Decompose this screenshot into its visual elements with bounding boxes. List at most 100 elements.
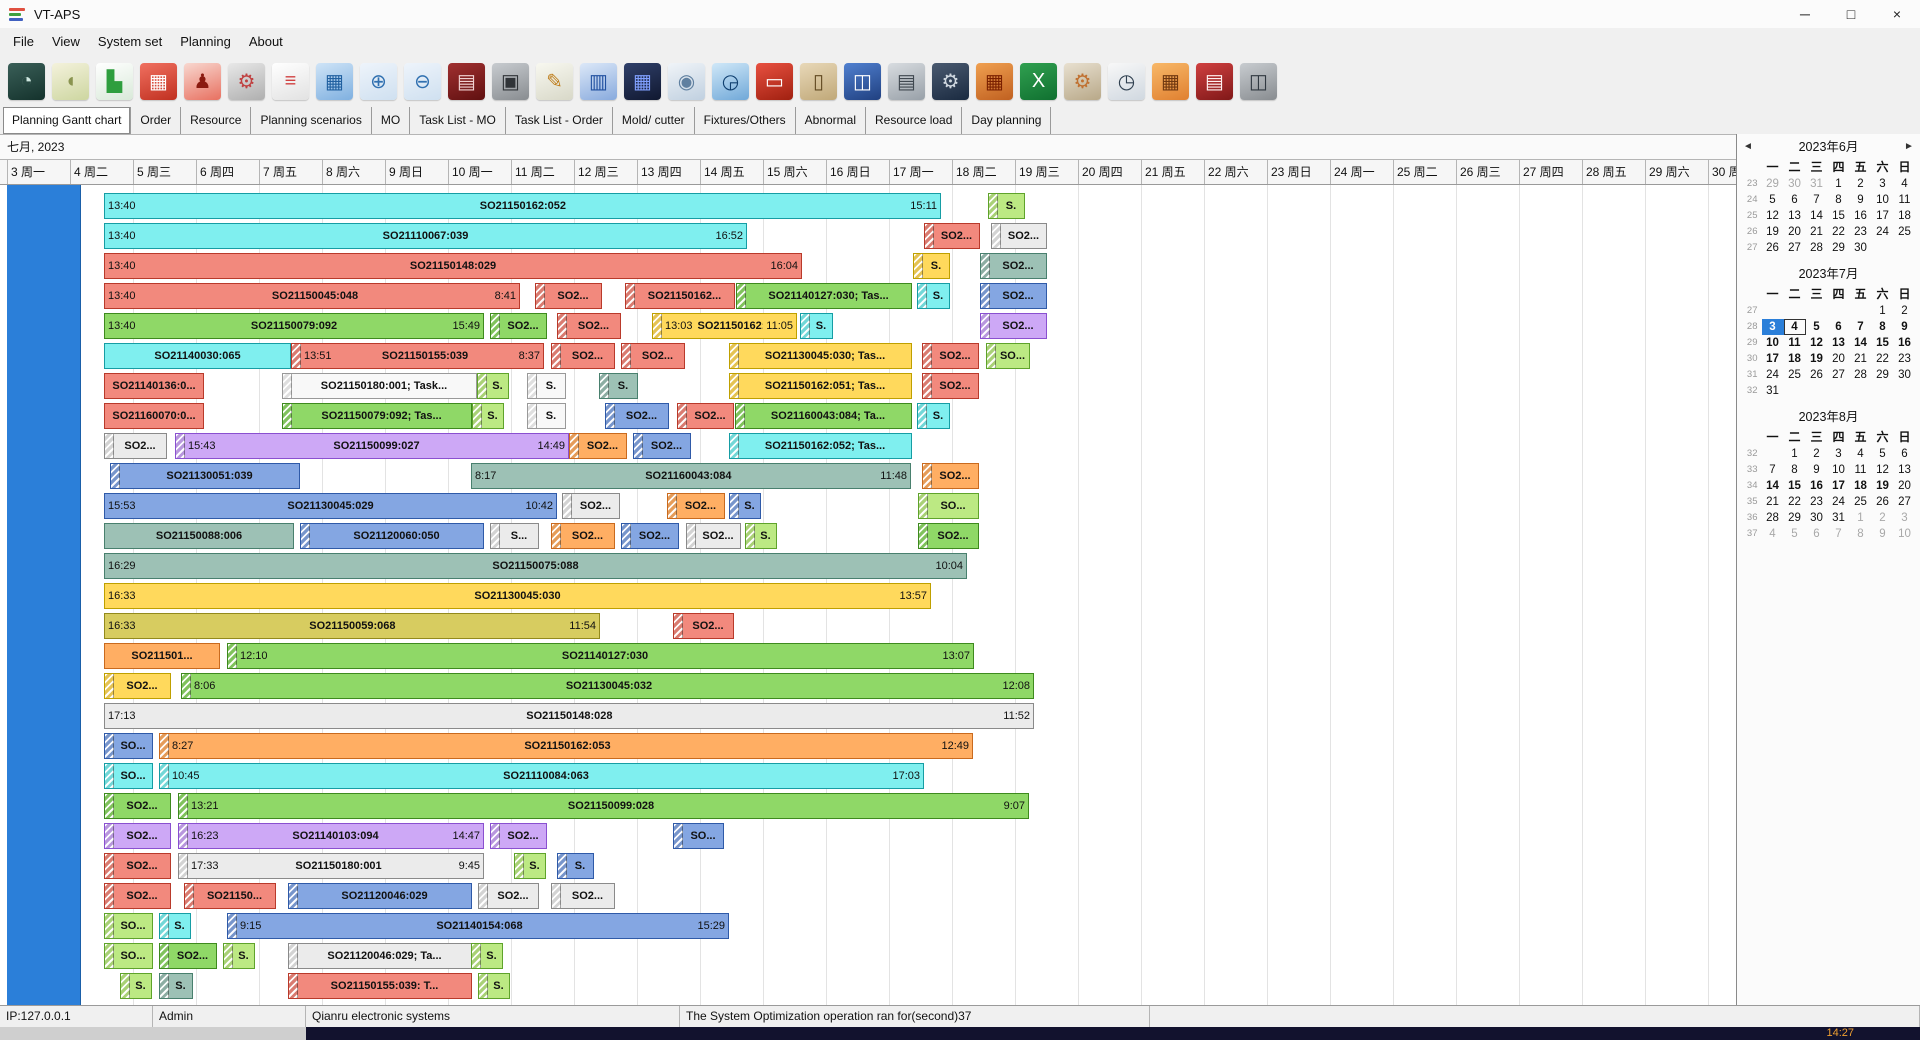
gantt-bar[interactable]: 13:40 SO21150148:029 16:04: [104, 253, 802, 279]
calendar-day[interactable]: 17: [1762, 351, 1784, 367]
gantt-bar[interactable]: 15:53 SO21130045:029 10:42: [104, 493, 557, 519]
gantt-bar[interactable]: SO21130051:039: [110, 463, 300, 489]
tab-planning-gantt-chart[interactable]: Planning Gantt chart: [3, 107, 132, 134]
gantt-bar[interactable]: S.: [745, 523, 777, 549]
gantt-bar[interactable]: 12:10 SO21140127:030 13:07: [227, 643, 974, 669]
tab-resource-load[interactable]: Resource load: [866, 107, 963, 134]
calendar-day[interactable]: 26: [1872, 494, 1894, 510]
gantt-bar[interactable]: S.: [557, 853, 594, 879]
gantt-bar[interactable]: SO2...: [621, 343, 685, 369]
gantt-bar[interactable]: S.: [913, 253, 950, 279]
printer-icon[interactable]: ▣: [492, 62, 529, 100]
day-header-cell[interactable]: 11 周二: [511, 160, 574, 184]
day-header-cell[interactable]: 17 周一: [889, 160, 952, 184]
calendar-day[interactable]: 5: [1806, 319, 1828, 335]
calendar-day[interactable]: 5: [1762, 192, 1784, 208]
calendar-day[interactable]: 4: [1783, 319, 1806, 335]
tab-fixtures-others[interactable]: Fixtures/Others: [695, 107, 796, 134]
gantt-bar[interactable]: SO2...: [980, 283, 1047, 309]
gantt-bar[interactable]: 13:03 SO21150162:05111:05: [652, 313, 797, 339]
day-header-cell[interactable]: 23 周日: [1267, 160, 1330, 184]
calendar-day[interactable]: 7: [1850, 319, 1872, 335]
gantt-bar[interactable]: SO2...: [490, 313, 547, 339]
tab-task-list-mo[interactable]: Task List - MO: [410, 107, 506, 134]
calendar-day[interactable]: 30: [1806, 510, 1828, 526]
gantt-bar[interactable]: SO21130045:030; Tas...: [729, 343, 912, 369]
gantt-bar[interactable]: SO21120046:029: [288, 883, 472, 909]
calendar-day[interactable]: 16: [1806, 478, 1828, 494]
calendar-day[interactable]: 24: [1828, 494, 1850, 510]
calendar-day[interactable]: 9: [1850, 192, 1872, 208]
gantt-bar[interactable]: SO2...: [922, 373, 979, 399]
gantt-bar[interactable]: SO2...: [104, 673, 171, 699]
calendar-day[interactable]: 29: [1872, 367, 1894, 383]
calendar-day[interactable]: 23: [1850, 224, 1872, 240]
calendar-day[interactable]: 29: [1828, 240, 1850, 256]
day-header-cell[interactable]: 24 周一: [1330, 160, 1393, 184]
gantt-bar[interactable]: SO2...: [922, 343, 979, 369]
calendar-day[interactable]: 28: [1762, 510, 1784, 526]
gantt-body[interactable]: 13:40 SO21150162:052 15:11 S. 13:40 SO2111006…: [0, 185, 1736, 1005]
menu-view[interactable]: View: [43, 30, 89, 53]
calendar-day[interactable]: 22: [1872, 351, 1894, 367]
calendar-day[interactable]: 17: [1828, 478, 1850, 494]
calendar-day[interactable]: 29: [1784, 510, 1806, 526]
calendar-day[interactable]: 24: [1762, 367, 1784, 383]
zoom-out-icon[interactable]: ⊖: [404, 62, 441, 100]
calendar-day[interactable]: 13: [1894, 462, 1916, 478]
gantt-bar[interactable]: SO...: [104, 943, 153, 969]
calendar-day[interactable]: 8: [1828, 192, 1850, 208]
password-book-icon[interactable]: ▤: [448, 62, 485, 100]
clipboard-icon[interactable]: ▯: [800, 62, 837, 100]
calendar-day[interactable]: 1: [1850, 510, 1872, 526]
save-blue-icon[interactable]: ◫: [844, 62, 881, 100]
day-header-cell[interactable]: 28 周五: [1582, 160, 1645, 184]
day-header-cell[interactable]: 21 周五: [1141, 160, 1204, 184]
gantt-bar[interactable]: 13:40 SO21150079:092 15:49: [104, 313, 484, 339]
gantt-bar[interactable]: 8:27 SO21150162:053 12:49: [159, 733, 973, 759]
tab-order[interactable]: Order: [131, 107, 182, 134]
gantt-bar[interactable]: S.: [159, 913, 191, 939]
gantt-bar[interactable]: S.: [800, 313, 833, 339]
gantt-bars-icon[interactable]: ≡: [272, 62, 309, 100]
calendar-day[interactable]: 3: [1761, 319, 1784, 335]
calendar-day[interactable]: 10: [1894, 526, 1916, 542]
calendar-day[interactable]: 2: [1872, 510, 1894, 526]
gantt-bar[interactable]: SO2...: [980, 253, 1047, 279]
calendar-day[interactable]: 15: [1872, 335, 1894, 351]
calendar-day[interactable]: 12: [1872, 462, 1894, 478]
window-close-button[interactable]: ×: [1874, 0, 1920, 28]
calendar-day[interactable]: 8: [1784, 462, 1806, 478]
calendar-day[interactable]: 5: [1872, 446, 1894, 462]
calendar-day[interactable]: 31: [1762, 383, 1784, 399]
day-header-cell[interactable]: 4 周二: [70, 160, 133, 184]
tab-abnormal[interactable]: Abnormal: [796, 107, 867, 134]
gantt-bar[interactable]: SO...: [104, 913, 153, 939]
gantt-bar[interactable]: SO2...: [605, 403, 669, 429]
calendar-day[interactable]: 20: [1894, 478, 1916, 494]
day-header-cell[interactable]: 15 周六: [763, 160, 826, 184]
day-header-cell[interactable]: 8 周六: [322, 160, 385, 184]
gantt-bar[interactable]: 17:13 SO21150148:028 11:52: [104, 703, 1034, 729]
calendar-day[interactable]: 1: [1784, 446, 1806, 462]
calendar-day[interactable]: 25: [1894, 224, 1916, 240]
calendar-day[interactable]: 4: [1850, 446, 1872, 462]
calendar-icon[interactable]: ▦: [140, 62, 177, 100]
calendar-day[interactable]: 16: [1850, 208, 1872, 224]
gantt-bar[interactable]: 15:43 SO21150099:027 14:49: [175, 433, 569, 459]
gantt-bar[interactable]: 16:33 SO21150059:068 11:54: [104, 613, 600, 639]
gantt-bar[interactable]: 10:45 SO21110084:063 17:03: [159, 763, 924, 789]
gantt-bar[interactable]: SO2...: [673, 613, 734, 639]
calendar-day[interactable]: 11: [1784, 335, 1806, 351]
day-header-cell[interactable]: 22 周六: [1204, 160, 1267, 184]
calendar-day[interactable]: 24: [1872, 224, 1894, 240]
gears-icon[interactable]: ⚙: [228, 62, 265, 100]
calendar-day[interactable]: 30: [1850, 240, 1872, 256]
calendar-day[interactable]: 14: [1762, 478, 1784, 494]
gantt-bar[interactable]: SO2...: [490, 823, 547, 849]
gantt-bar[interactable]: 13:40 SO21150162:052 15:11: [104, 193, 941, 219]
calendar-day[interactable]: 12: [1762, 208, 1784, 224]
day-header-cell[interactable]: 12 周三: [574, 160, 637, 184]
gantt-bar[interactable]: SO21150162:051; Tas...: [729, 373, 912, 399]
gantt-bar[interactable]: S...: [490, 523, 539, 549]
